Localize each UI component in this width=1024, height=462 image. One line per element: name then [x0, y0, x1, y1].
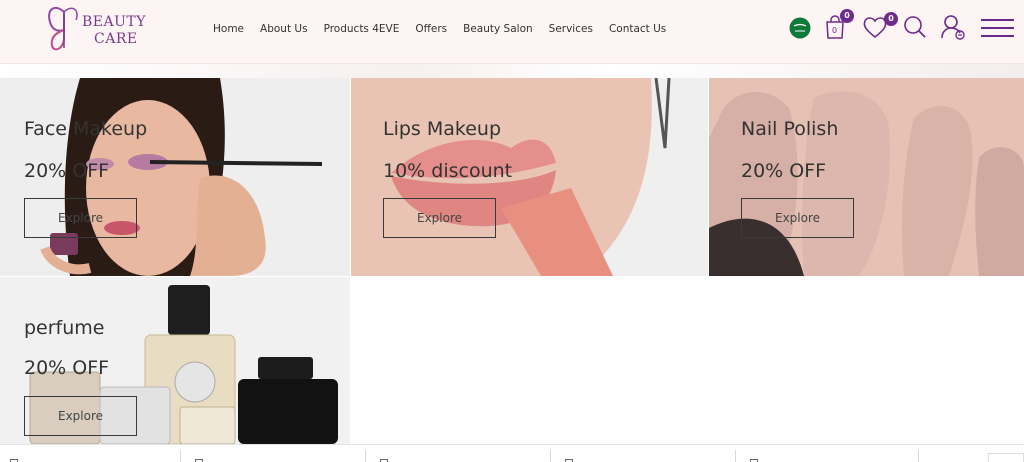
nav-beauty-salon[interactable]: Beauty Salon	[455, 21, 541, 37]
search-button[interactable]	[903, 15, 927, 39]
explore-button[interactable]: Explore	[741, 198, 854, 238]
nav-contact-us[interactable]: Contact Us	[601, 21, 674, 37]
strip-corner-box	[988, 453, 1024, 462]
tile-title: Face Makeup	[24, 118, 148, 140]
tile-offer: 20% OFF	[24, 160, 110, 182]
promo-tile-lips-makeup: Lips Makeup 10% discount Explore	[351, 78, 708, 276]
strip-divider	[735, 450, 736, 462]
explore-button[interactable]: Explore	[383, 198, 496, 238]
hamburger-icon	[981, 19, 1014, 37]
cart-count-badge: 0	[840, 9, 854, 23]
promo-tile-nail-polish: Nail Polish 20% OFF Explore	[709, 78, 1024, 276]
promo-tile-face-makeup: Face Makeup 20% OFF Explore	[0, 78, 350, 276]
menu-button[interactable]	[981, 18, 1014, 38]
strip-divider	[365, 450, 366, 462]
brand-logo[interactable]: BEAUTY CARE	[44, 2, 154, 54]
nav-about-us[interactable]: About Us	[252, 21, 316, 37]
nav-products[interactable]: Products 4EVE	[316, 21, 408, 37]
search-icon	[904, 16, 926, 38]
brand-line2: CARE	[94, 31, 138, 47]
next-section-strip	[0, 444, 1024, 462]
explore-button[interactable]: Explore	[24, 396, 137, 436]
strip-divider	[180, 450, 181, 462]
main-nav: Home About Us Products 4EVE Offers Beaut…	[205, 21, 674, 37]
explore-button[interactable]: Explore	[24, 198, 137, 238]
site-header: BEAUTY CARE Home About Us Products 4EVE …	[0, 0, 1024, 64]
tile-title: Nail Polish	[741, 118, 839, 140]
account-button[interactable]	[940, 14, 966, 40]
user-icon	[941, 15, 965, 40]
cart-inner-count: 0	[832, 26, 838, 35]
header-shadow-band	[0, 64, 1024, 78]
saudi-flag-icon	[789, 17, 811, 39]
tile-title: perfume	[24, 317, 105, 339]
strip-divider	[918, 450, 919, 462]
butterfly-logo-icon	[48, 6, 78, 51]
brand-wordmark: BEAUTY CARE	[82, 14, 146, 48]
nav-services[interactable]: Services	[541, 21, 601, 37]
tile-title: Lips Makeup	[383, 118, 502, 140]
tile-offer: 10% discount	[383, 160, 513, 182]
tile-offer: 20% OFF	[24, 357, 110, 379]
strip-divider	[550, 450, 551, 462]
language-switch[interactable]	[789, 17, 811, 39]
tile-offer: 20% OFF	[741, 160, 827, 182]
nav-home[interactable]: Home	[205, 21, 252, 37]
wishlist-count-badge: 0	[884, 12, 898, 26]
brand-line1: BEAUTY	[82, 14, 146, 30]
nav-offers[interactable]: Offers	[407, 21, 455, 37]
promo-tile-perfume: perfume 20% OFF Explore	[0, 277, 350, 444]
